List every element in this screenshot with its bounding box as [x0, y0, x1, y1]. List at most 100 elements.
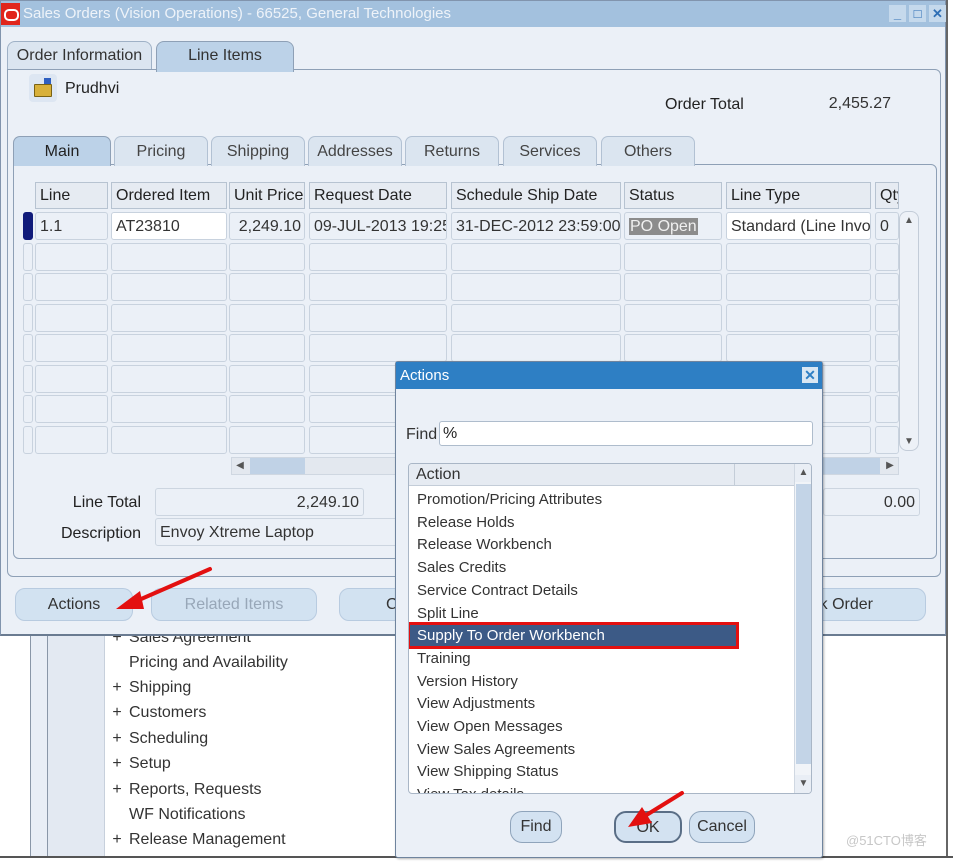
navigator-item-scheduling[interactable]: + Scheduling [105, 727, 208, 751]
find-input[interactable] [439, 421, 813, 446]
empty-cell[interactable] [35, 273, 108, 301]
action-list-scrollbar[interactable]: ▲ ▼ [794, 464, 811, 793]
maximize-icon[interactable]: □ [909, 5, 926, 22]
action-item[interactable]: Release Workbench [409, 533, 794, 556]
navigator-item-shipping[interactable]: + Shipping [105, 676, 191, 700]
cancel-button[interactable]: Cancel [689, 811, 755, 843]
scroll-thumb[interactable] [796, 484, 811, 764]
action-item[interactable]: View Sales Agreements [409, 738, 794, 761]
column-header-request-date[interactable]: Request Date [309, 182, 447, 209]
action-item[interactable]: Release Holds [409, 511, 794, 534]
empty-cell[interactable] [111, 334, 227, 362]
actions-button[interactable]: Actions [15, 588, 133, 621]
empty-cell[interactable] [726, 273, 871, 301]
empty-cell[interactable] [624, 242, 722, 271]
ok-button[interactable]: OK [614, 811, 682, 843]
find-button[interactable]: Find [510, 811, 562, 843]
tab-line-items[interactable]: Line Items [156, 41, 294, 72]
empty-cell[interactable] [309, 303, 447, 332]
cell-schedule-ship-date[interactable]: 31-DEC-2012 23:59:00 [451, 212, 621, 240]
action-item[interactable]: View Adjustments [409, 692, 794, 715]
subtab-pricing[interactable]: Pricing [114, 136, 208, 166]
related-items-button[interactable]: Related Items [151, 588, 317, 621]
empty-cell[interactable] [875, 364, 899, 393]
subtab-shipping[interactable]: Shipping [211, 136, 305, 166]
column-header-status[interactable]: Status [624, 182, 722, 209]
dialog-titlebar[interactable]: Actions ✕ [396, 362, 822, 389]
empty-cell[interactable] [35, 334, 108, 362]
scroll-down-icon[interactable]: ▼ [795, 775, 811, 793]
row-indicator[interactable] [23, 242, 33, 271]
empty-cell[interactable] [111, 303, 227, 332]
description-field[interactable]: Envoy Xtreme Laptop [155, 518, 400, 546]
empty-cell[interactable] [35, 395, 108, 423]
close-icon[interactable]: ✕ [929, 5, 946, 22]
column-header-schedule-ship-date[interactable]: Schedule Ship Date [451, 182, 621, 209]
expand-plus-icon[interactable]: + [105, 752, 129, 776]
cell-line-type[interactable]: Standard (Line Invo [726, 212, 871, 240]
empty-cell[interactable] [229, 395, 305, 423]
cell-line[interactable]: 1.1 [35, 212, 108, 240]
navigator-item-wf-notifications[interactable]: WF Notifications [105, 803, 245, 827]
empty-cell[interactable] [229, 425, 305, 454]
action-item[interactable]: Sales Credits [409, 556, 794, 579]
empty-cell[interactable] [111, 364, 227, 393]
row-indicator[interactable] [23, 395, 33, 423]
subtab-others[interactable]: Others [601, 136, 695, 166]
empty-cell[interactable] [726, 242, 871, 271]
row-indicator[interactable] [23, 334, 33, 362]
empty-cell[interactable] [624, 273, 722, 301]
expand-plus-icon[interactable]: + [105, 676, 129, 700]
action-item[interactable]: Service Contract Details [409, 579, 794, 602]
row-indicator[interactable] [23, 273, 33, 301]
empty-cell[interactable] [726, 303, 871, 332]
window-titlebar[interactable]: Sales Orders (Vision Operations) - 66525… [1, 1, 946, 27]
empty-cell[interactable] [451, 242, 621, 271]
navigator-item-setup[interactable]: + Setup [105, 752, 170, 776]
empty-cell[interactable] [229, 334, 305, 362]
empty-cell[interactable] [111, 425, 227, 454]
minimize-icon[interactable]: _ [889, 5, 906, 22]
expand-plus-icon[interactable]: + [105, 701, 129, 725]
cell-ordered-item[interactable]: AT23810 [111, 212, 227, 240]
subtab-addresses[interactable]: Addresses [308, 136, 402, 166]
empty-cell[interactable] [229, 242, 305, 271]
action-item[interactable]: Version History [409, 670, 794, 693]
row-indicator[interactable] [23, 303, 33, 332]
subtab-services[interactable]: Services [503, 136, 597, 166]
empty-cell[interactable] [35, 425, 108, 454]
action-item[interactable]: Training [409, 647, 794, 670]
empty-cell[interactable] [451, 334, 621, 362]
action-item[interactable]: View Shipping Status [409, 760, 794, 783]
cell-unit-price[interactable]: 2,249.10 [229, 212, 305, 240]
empty-cell[interactable] [111, 273, 227, 301]
column-header-line[interactable]: Line [35, 182, 108, 209]
empty-cell[interactable] [35, 303, 108, 332]
scroll-thumb[interactable] [250, 458, 305, 474]
empty-cell[interactable] [875, 395, 899, 423]
amount-field[interactable]: 0.00 [823, 488, 920, 516]
cell-request-date[interactable]: 09-JUL-2013 19:25 [309, 212, 447, 240]
cell-qty[interactable]: 0 [875, 212, 899, 240]
navigator-item-pricing-availability[interactable]: Pricing and Availability [105, 651, 288, 675]
action-item[interactable]: View Tax details [409, 783, 794, 793]
empty-cell[interactable] [451, 303, 621, 332]
action-item[interactable]: View Open Messages [409, 715, 794, 738]
action-item-selected[interactable]: Supply To Order Workbench [409, 622, 739, 650]
empty-cell[interactable] [309, 242, 447, 271]
scroll-up-icon[interactable]: ▲ [903, 215, 915, 226]
empty-cell[interactable] [726, 334, 871, 362]
tab-order-information[interactable]: Order Information [7, 41, 152, 71]
navigator-item-reports-requests[interactable]: + Reports, Requests [105, 778, 261, 802]
empty-cell[interactable] [309, 273, 447, 301]
row-indicator[interactable] [23, 425, 33, 454]
empty-cell[interactable] [229, 303, 305, 332]
expand-plus-icon[interactable]: + [105, 828, 129, 852]
empty-cell[interactable] [111, 395, 227, 423]
empty-cell[interactable] [35, 364, 108, 393]
scroll-right-icon[interactable]: ▶ [882, 458, 898, 474]
empty-cell[interactable] [229, 364, 305, 393]
empty-cell[interactable] [875, 334, 899, 362]
current-row-indicator[interactable] [23, 212, 33, 240]
column-header-unit-price[interactable]: Unit Price [229, 182, 305, 209]
